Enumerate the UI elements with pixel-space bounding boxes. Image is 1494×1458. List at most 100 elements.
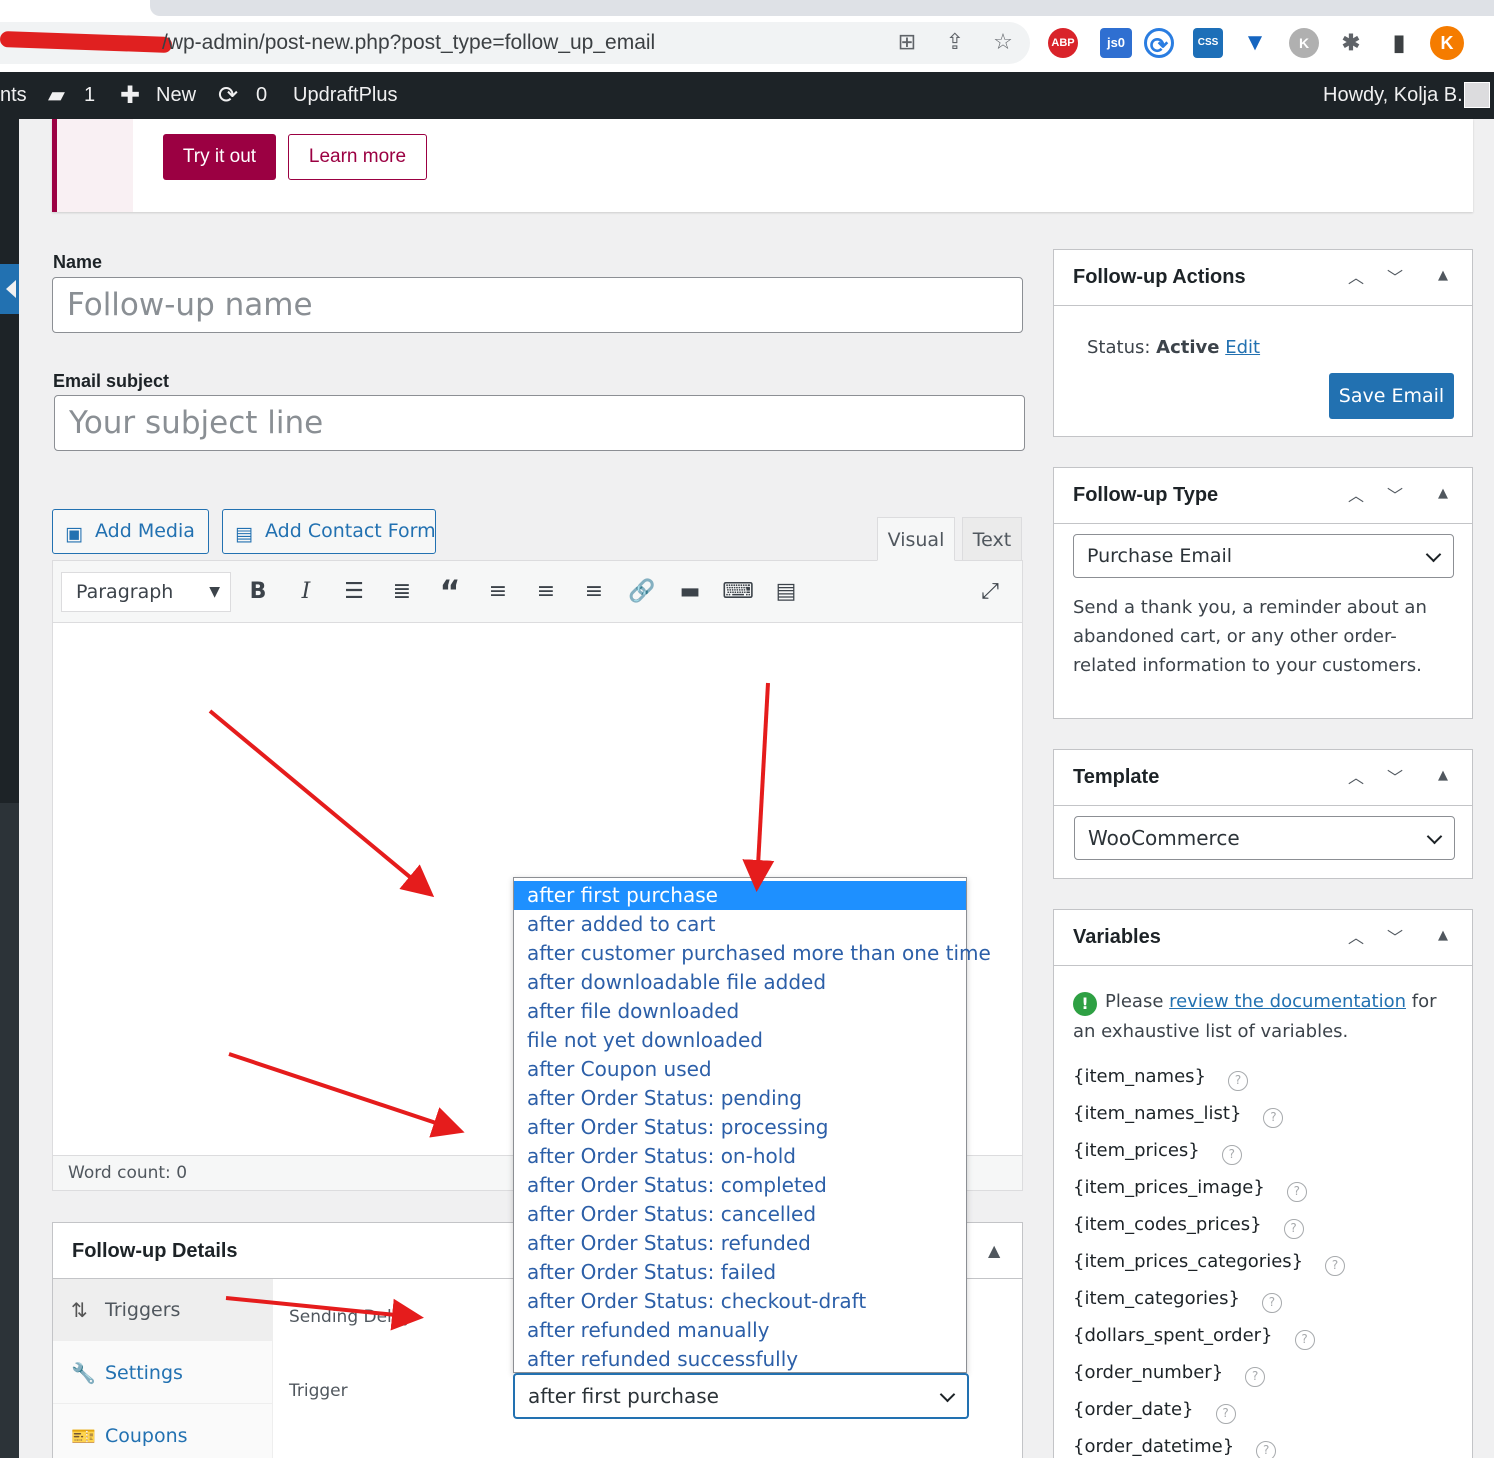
comments-count[interactable]: 1	[84, 84, 95, 107]
vuetify-extension-icon[interactable]: ▼	[1240, 28, 1270, 58]
k-extension-icon[interactable]: K	[1289, 28, 1319, 58]
move-up-icon[interactable]: ︿	[1348, 264, 1364, 288]
comments-icon[interactable]: ▰	[48, 82, 65, 108]
fullscreen-icon[interactable]: ⤢	[973, 574, 1007, 610]
follow-up-type-select[interactable]: Purchase Email	[1073, 534, 1454, 578]
collapse-toggle-icon[interactable]: ▲	[1438, 768, 1448, 783]
blockquote-icon[interactable]: “	[433, 574, 467, 610]
read-more-icon[interactable]: ▬	[673, 574, 707, 610]
status-edit-link[interactable]: Edit	[1225, 337, 1260, 358]
collapse-toggle-icon[interactable]: ▲	[988, 1241, 1000, 1260]
trigger-option[interactable]: after first purchase	[514, 881, 966, 910]
collapse-toggle-icon[interactable]: ▲	[1438, 486, 1448, 501]
move-up-icon[interactable]: ︿	[1348, 764, 1364, 788]
trigger-option[interactable]: after customer purchased more than one t…	[514, 939, 991, 968]
sidepanel-icon[interactable]: ▮	[1384, 28, 1414, 58]
updates-count[interactable]: 0	[256, 84, 267, 107]
user-avatar[interactable]	[1464, 82, 1490, 108]
trigger-option[interactable]: after added to cart	[514, 910, 966, 939]
tab-text[interactable]: Text	[962, 517, 1022, 561]
form-embed-icon[interactable]: ▤	[769, 574, 803, 610]
help-icon[interactable]: ?	[1256, 1441, 1277, 1458]
trigger-option[interactable]: after Order Status: refunded	[514, 1229, 966, 1258]
move-up-icon[interactable]: ︿	[1348, 482, 1364, 506]
add-media-button[interactable]: ▣ Add Media	[52, 509, 209, 554]
move-down-icon[interactable]: ﹀	[1387, 764, 1403, 788]
puzzle-icon[interactable]: ✱	[1336, 28, 1366, 58]
align-right-icon[interactable]: ≡	[577, 574, 611, 610]
help-icon[interactable]: ?	[1325, 1256, 1346, 1276]
help-icon[interactable]: ?	[1215, 1404, 1236, 1424]
adblock-extension-icon[interactable]: ABP	[1048, 28, 1078, 58]
trigger-option[interactable]: after Order Status: completed	[514, 1171, 966, 1200]
box-header: Follow-up Type ︿ ﹀ ▲	[1054, 468, 1472, 524]
updates-icon[interactable]: ⟳	[218, 81, 238, 110]
admin-menu-active-item[interactable]	[0, 264, 19, 314]
howdy-user[interactable]: Howdy, Kolja B.	[1323, 84, 1463, 107]
name-input[interactable]: Follow-up name	[52, 277, 1023, 333]
help-icon[interactable]: ?	[1286, 1182, 1307, 1202]
template-select[interactable]: WooCommerce	[1074, 816, 1455, 860]
try-it-out-button[interactable]: Try it out	[163, 134, 276, 180]
nav-triggers[interactable]: ⇅ Triggers	[53, 1279, 273, 1341]
trigger-option[interactable]: file not yet downloaded	[514, 1026, 966, 1055]
move-down-icon[interactable]: ﹀	[1387, 482, 1403, 506]
refresh-extension-icon[interactable]: ⟳	[1144, 28, 1174, 58]
new-menu[interactable]: New	[156, 84, 196, 107]
collapse-toggle-icon[interactable]: ▲	[1438, 928, 1448, 943]
share-icon[interactable]: ⇪	[942, 30, 968, 56]
tab-visual[interactable]: Visual	[877, 517, 955, 561]
move-down-icon[interactable]: ﹀	[1387, 264, 1403, 288]
translate-icon[interactable]: ⊞	[894, 30, 920, 56]
trigger-option[interactable]: after refunded manually	[514, 1316, 966, 1345]
status-value: Active	[1156, 337, 1220, 358]
trigger-option[interactable]: after Order Status: checkout-draft	[514, 1287, 966, 1316]
nav-settings[interactable]: 🔧 Settings	[53, 1342, 273, 1404]
help-icon[interactable]: ?	[1228, 1071, 1248, 1091]
subject-input[interactable]: Your subject line	[54, 395, 1025, 451]
save-email-button[interactable]: Save Email	[1329, 373, 1454, 419]
documentation-link[interactable]: review the documentation	[1169, 991, 1406, 1012]
trigger-option[interactable]: after Order Status: cancelled	[514, 1200, 966, 1229]
align-left-icon[interactable]: ≡	[481, 574, 515, 610]
bold-icon[interactable]: B	[241, 574, 275, 610]
trigger-select[interactable]: after first purchase	[513, 1373, 969, 1419]
help-icon[interactable]: ?	[1245, 1367, 1266, 1387]
trigger-dropdown-list[interactable]: after first purchase after added to cart a…	[513, 877, 991, 1374]
numbered-list-icon[interactable]: ≣	[385, 574, 419, 610]
trigger-option[interactable]: after Order Status: on-hold	[514, 1142, 966, 1171]
move-down-icon[interactable]: ﹀	[1387, 924, 1403, 948]
align-center-icon[interactable]: ≡	[529, 574, 563, 610]
help-icon[interactable]: ?	[1263, 1108, 1284, 1128]
help-icon[interactable]: ?	[1261, 1293, 1282, 1313]
learn-more-button[interactable]: Learn more	[288, 134, 427, 180]
italic-icon[interactable]: I	[289, 574, 323, 610]
nav-coupons[interactable]: 🎫 Coupons	[53, 1405, 273, 1458]
url-text[interactable]: /wp-admin/post-new.php?post_type=follow_…	[162, 31, 655, 55]
paragraph-format-select[interactable]: Paragraph ▼	[61, 572, 231, 612]
help-icon[interactable]: ?	[1283, 1219, 1304, 1239]
trigger-option[interactable]: after refunded successfully	[514, 1345, 966, 1374]
bookmark-star-icon[interactable]: ☆	[990, 30, 1016, 56]
trigger-option[interactable]: after file downloaded	[514, 997, 966, 1026]
trigger-option[interactable]: after Coupon used	[514, 1055, 966, 1084]
css-extension-icon[interactable]: CSS	[1193, 28, 1223, 58]
trigger-option[interactable]: after Order Status: processing	[514, 1113, 966, 1142]
trigger-option[interactable]: after downloadable file added	[514, 968, 966, 997]
help-icon[interactable]: ?	[1221, 1145, 1242, 1165]
updraftplus-menu[interactable]: UpdraftPlus	[293, 84, 398, 107]
follow-up-actions-box: Follow-up Actions ︿ ﹀ ▲ Status: Active E…	[1053, 249, 1473, 437]
plus-icon[interactable]: ✚	[120, 81, 140, 110]
js-extension-icon[interactable]: js0	[1100, 28, 1132, 58]
trigger-option[interactable]: after Order Status: pending	[514, 1084, 966, 1113]
move-up-icon[interactable]: ︿	[1348, 924, 1364, 948]
collapse-toggle-icon[interactable]: ▲	[1438, 268, 1448, 283]
help-icon[interactable]: ?	[1294, 1330, 1315, 1350]
toolbar-toggle-icon[interactable]: ⌨	[721, 574, 755, 610]
add-contact-form-button[interactable]: ▤ Add Contact Form	[222, 509, 436, 554]
profile-avatar[interactable]: K	[1430, 26, 1464, 60]
bullet-list-icon[interactable]: ☰	[337, 574, 371, 610]
trigger-option[interactable]: after Order Status: failed	[514, 1258, 966, 1287]
admin-bar-partial-item[interactable]: nts	[0, 84, 27, 107]
link-icon[interactable]: 🔗	[625, 574, 659, 610]
